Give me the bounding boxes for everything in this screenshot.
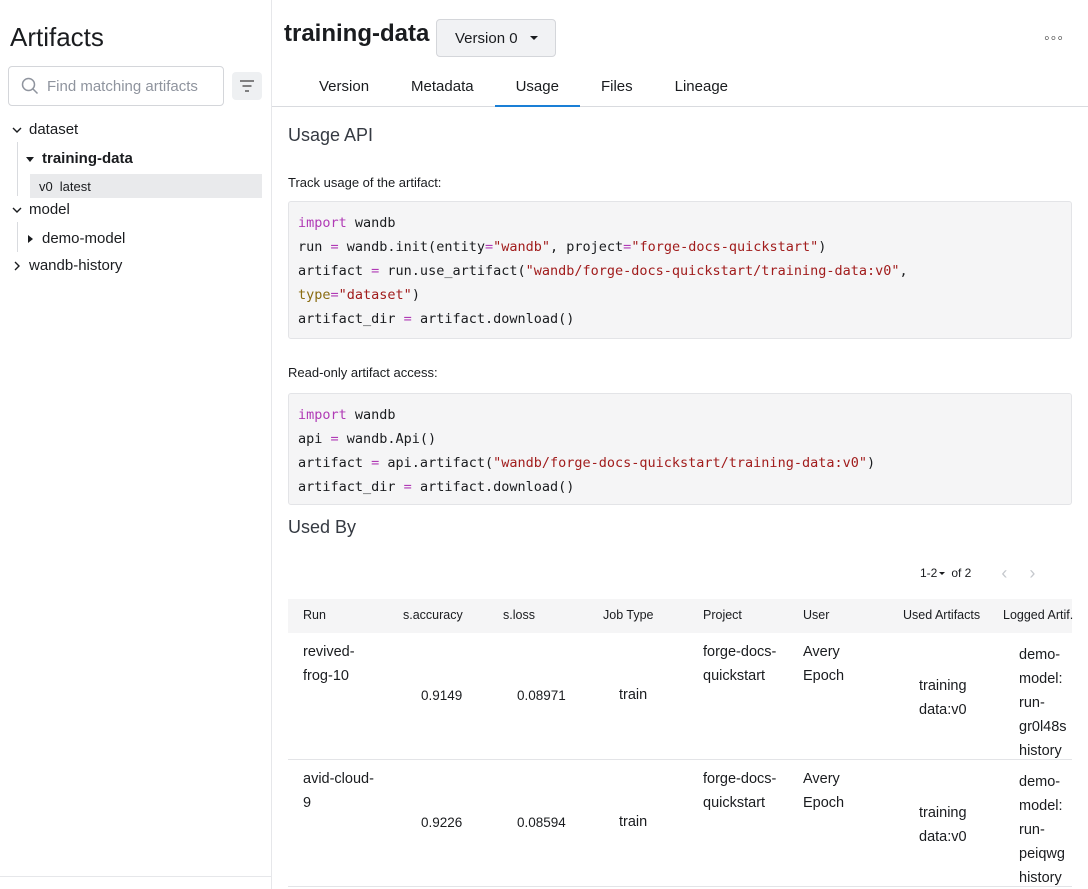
user-value: Avery Epoch xyxy=(803,644,845,684)
search-icon xyxy=(21,77,39,95)
sidebar-title: Artifacts xyxy=(10,22,104,52)
column-header-used-artifacts[interactable]: Used Artifacts xyxy=(903,608,980,622)
tree-item-wandb-history[interactable]: wandb-history xyxy=(11,257,122,274)
tree-label: wandb-history xyxy=(29,257,123,274)
tree-label: demo-model xyxy=(42,230,126,247)
table-header: Run s.accuracy s.loss Job Type Project U… xyxy=(288,599,1073,633)
project-link[interactable]: forge-docs- quickstart xyxy=(703,640,776,688)
tab-files[interactable]: Files xyxy=(580,66,654,106)
track-usage-code[interactable]: import wandb run = wandb.init(entity="wa… xyxy=(288,201,1072,339)
tab-usage[interactable]: Usage xyxy=(494,66,581,107)
filter-icon xyxy=(240,80,254,92)
user-value: Avery Epoch xyxy=(803,771,845,811)
run-name-link[interactable]: avid-cloud- 9 xyxy=(303,767,374,815)
alias-label: latest xyxy=(59,178,91,194)
usage-api-title: Usage API xyxy=(288,125,374,145)
readonly-caption: Read-only artifact access: xyxy=(288,365,438,380)
tree-item-dataset[interactable]: dataset xyxy=(11,121,78,138)
more-options-icon[interactable]: ◦◦◦ xyxy=(1044,30,1064,48)
tab-version[interactable]: Version xyxy=(298,66,390,106)
search-input[interactable] xyxy=(47,77,217,95)
caret-down-icon xyxy=(939,571,946,575)
sidebar-divider xyxy=(0,876,271,877)
accuracy-value: 0.9149 xyxy=(421,688,463,703)
job-type-value: train xyxy=(619,687,648,703)
tree-item-version-v0[interactable]: v0 latest xyxy=(30,174,262,198)
table-row[interactable]: avid-cloud- 9 0.9226 0.08594 train forge… xyxy=(288,760,1072,887)
version-label: v0 xyxy=(39,178,53,194)
track-usage-caption: Track usage of the artifact: xyxy=(288,175,442,190)
tree-item-demo-model[interactable]: demo-model xyxy=(24,230,125,247)
artifacts-sidebar: Artifacts dataset training-data v0 lates… xyxy=(0,0,272,889)
tree-label: training-data xyxy=(42,150,133,167)
loss-value: 0.08594 xyxy=(517,815,566,830)
caret-right-icon xyxy=(24,233,36,245)
version-dropdown[interactable]: Version 0 xyxy=(436,19,556,57)
column-header-accuracy[interactable]: s.accuracy xyxy=(403,608,463,622)
tree-item-training-data[interactable]: training-data xyxy=(24,150,133,167)
run-name-link[interactable]: revived- frog-10 xyxy=(303,640,355,688)
tree-guide xyxy=(17,142,18,196)
tree-item-model[interactable]: model xyxy=(11,201,70,218)
logged-artifact-link[interactable]: demo- model: run- peiqwg history xyxy=(1019,770,1072,889)
tree-guide xyxy=(17,222,18,252)
tab-bar: Version Metadata Usage Files Lineage xyxy=(298,66,749,107)
job-type-value: train xyxy=(619,814,648,830)
prev-page-icon[interactable]: ‹ xyxy=(1001,564,1007,582)
loss-value: 0.08971 xyxy=(517,688,566,703)
column-header-user[interactable]: User xyxy=(803,608,829,622)
page-range-dropdown[interactable]: 1-2 xyxy=(920,566,937,580)
used-artifact-link[interactable]: training data:v0 xyxy=(919,674,968,722)
table-row[interactable]: revived- frog-10 0.9149 0.08971 train fo… xyxy=(288,633,1072,760)
filter-button[interactable] xyxy=(232,72,262,100)
tab-lineage[interactable]: Lineage xyxy=(654,66,749,106)
tree-label: model xyxy=(29,201,70,218)
used-by-title: Used By xyxy=(288,517,357,537)
tree-label: dataset xyxy=(29,121,79,138)
pagination: 1-2 of 2 ‹ › xyxy=(920,564,1035,582)
column-header-project[interactable]: Project xyxy=(703,608,742,622)
chevron-right-icon xyxy=(11,260,23,272)
page-total: of 2 xyxy=(951,566,972,580)
column-header-loss[interactable]: s.loss xyxy=(503,608,535,622)
caret-down-icon xyxy=(24,153,36,165)
accuracy-value: 0.9226 xyxy=(421,815,463,830)
search-box[interactable] xyxy=(8,66,224,106)
next-page-icon[interactable]: › xyxy=(1029,564,1035,582)
used-artifact-link[interactable]: training data:v0 xyxy=(919,801,968,849)
logged-artifact-link[interactable]: demo- model: run- gr0l48s history xyxy=(1019,643,1072,763)
artifact-title: training-data xyxy=(284,20,430,47)
readonly-code[interactable]: import wandb api = wandb.Api() artifact … xyxy=(288,393,1072,505)
chevron-down-icon xyxy=(11,204,23,216)
column-header-run[interactable]: Run xyxy=(303,608,326,622)
tab-metadata[interactable]: Metadata xyxy=(390,66,495,106)
chevron-down-icon xyxy=(11,124,23,136)
column-header-job-type[interactable]: Job Type xyxy=(603,608,654,622)
column-header-logged-artifacts[interactable]: Logged Artif. xyxy=(1003,608,1073,622)
project-link[interactable]: forge-docs- quickstart xyxy=(703,767,776,815)
caret-down-icon xyxy=(529,36,538,40)
artifact-header: training-data Version 0 ◦◦◦ Version Meta… xyxy=(272,0,1088,107)
version-dropdown-label: Version 0 xyxy=(455,29,518,47)
used-by-table: Run s.accuracy s.loss Job Type Project U… xyxy=(288,599,1073,887)
